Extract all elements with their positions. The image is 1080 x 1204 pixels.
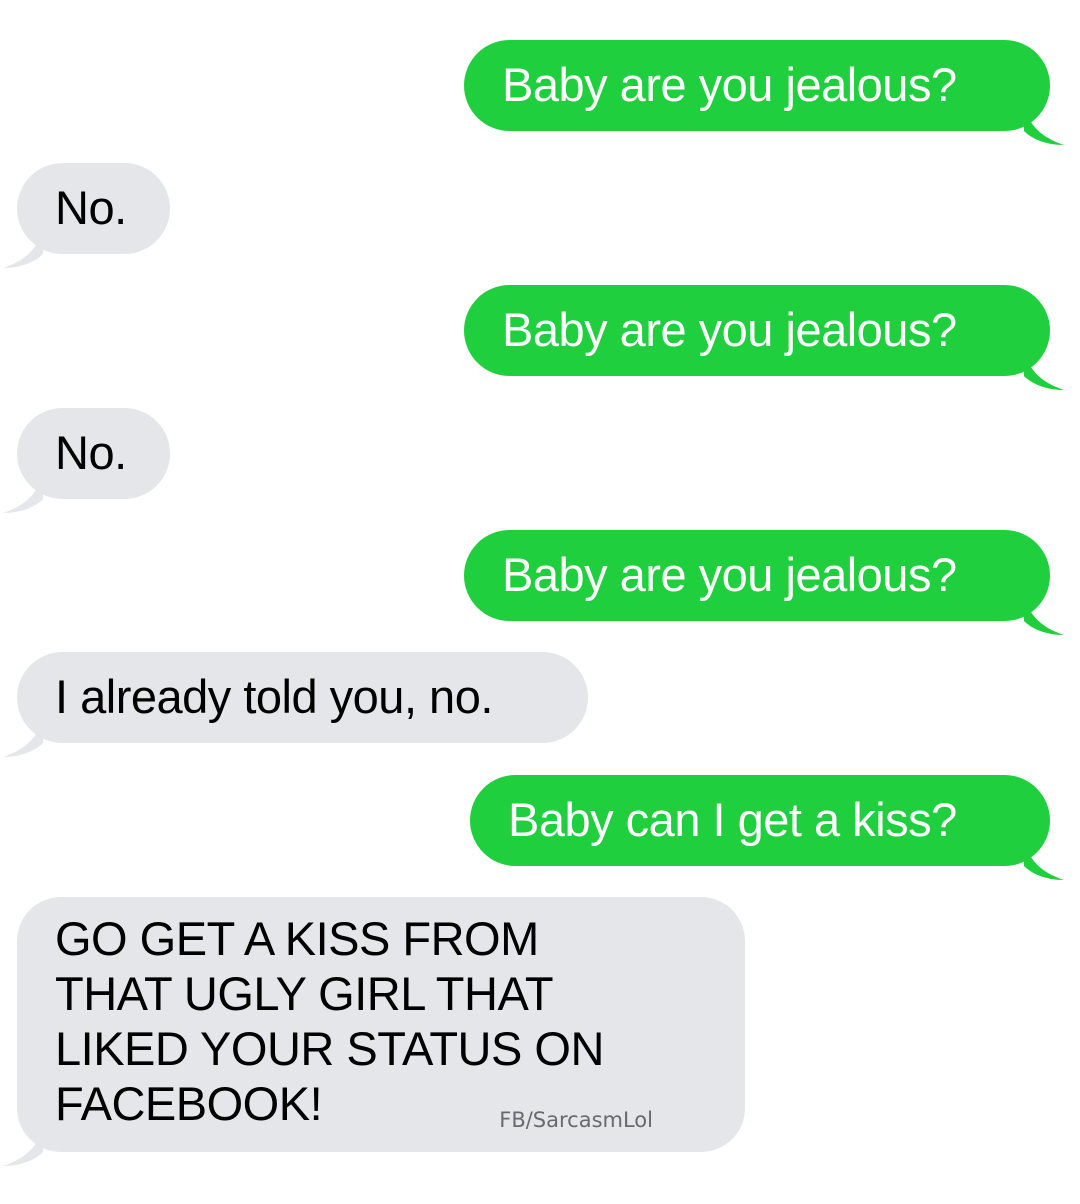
message-text-line: GO GET A KISS FROM [55,912,539,965]
sent-message-bubble[interactable]: Baby can I get a kiss? [470,775,1064,880]
message-text-line: LIKED YOUR STATUS ON [55,1022,604,1075]
message-text: Baby are you jealous? [502,303,957,356]
received-message-bubble[interactable]: I already told you, no. [3,652,588,757]
bubble-tail-icon [1024,352,1064,392]
message-text-line: THAT UGLY GIRL THAT [55,967,554,1020]
sent-message-bubble[interactable]: Baby are you jealous? [464,530,1064,635]
message-text: No. [55,426,127,479]
watermark: FB/SarcasmLol [499,1108,653,1132]
received-message-bubble[interactable]: GO GET A KISS FROM THAT UGLY GIRL THAT L… [3,897,745,1166]
sent-message-bubble[interactable]: Baby are you jealous? [464,40,1064,145]
bubble-tail-icon [3,475,43,515]
bubble-tail-icon [1024,107,1064,147]
bubble-tail-icon [1024,842,1064,882]
sent-message-bubble[interactable]: Baby are you jealous? [464,285,1064,390]
bubble-tail-icon [1024,597,1064,637]
bubble-tail-icon [3,230,43,270]
bubble-tail-icon [3,1128,43,1168]
message-text: No. [55,181,127,234]
received-message-bubble[interactable]: No. [3,408,170,513]
received-message-bubble[interactable]: No. [3,163,170,268]
message-text: Baby are you jealous? [502,548,957,601]
message-text: I already told you, no. [55,670,493,723]
bubble-tail-icon [3,719,43,759]
message-text: Baby are you jealous? [502,58,957,111]
message-text: Baby can I get a kiss? [508,793,957,846]
